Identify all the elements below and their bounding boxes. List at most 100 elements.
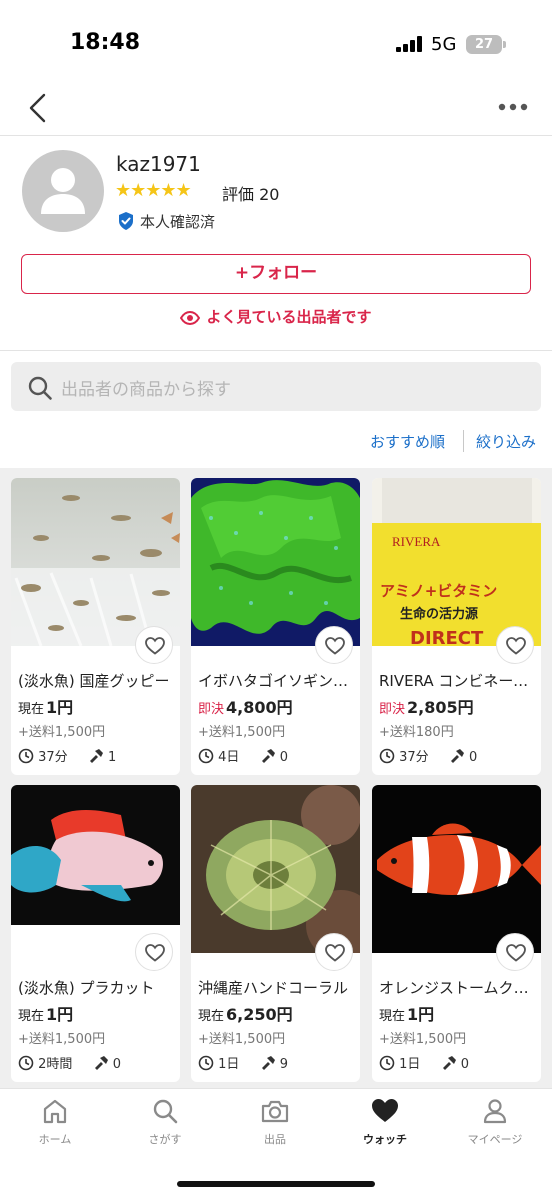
clock-icon xyxy=(18,748,34,764)
product-image: RIVERA アミノ+ビタミン 生命の活力源 DIRECT xyxy=(372,478,541,646)
shipping-fee: +送料1,500円 xyxy=(379,1032,467,1047)
bid-count: 0 xyxy=(460,1057,469,1072)
search-input[interactable]: 出品者の商品から探す xyxy=(11,362,541,411)
time-left: 2時間 xyxy=(38,1057,73,1072)
price-value: 2,805円 xyxy=(407,698,474,717)
tab-label: ウォッチ xyxy=(363,1133,407,1146)
tab-label: 出品 xyxy=(264,1133,286,1146)
filter-button[interactable]: 絞り込み xyxy=(476,431,536,452)
battery-icon: 27 xyxy=(466,35,506,54)
clock-icon xyxy=(379,748,395,764)
product-title: RIVERA コンビネーション xyxy=(379,672,535,690)
product-title: (淡水魚) プラカット xyxy=(18,979,155,997)
price-value: 6,250円 xyxy=(226,1005,293,1024)
product-card[interactable]: RIVERA アミノ+ビタミン 生命の活力源 DIRECT RIVERA コンビ… xyxy=(372,478,541,775)
time-left: 37分 xyxy=(38,750,68,765)
product-image xyxy=(11,785,180,953)
product-meta: 4日 0 xyxy=(198,746,288,765)
rating-stars: ★★★★★ xyxy=(115,180,192,201)
product-meta: 1日 0 xyxy=(379,1053,469,1072)
product-title: オレンジストームクラウン xyxy=(379,979,535,997)
clock-icon xyxy=(198,748,214,764)
home-icon xyxy=(43,1099,67,1124)
home-indicator xyxy=(177,1181,375,1187)
price-type: 即決 xyxy=(198,702,225,717)
product-image xyxy=(372,785,541,953)
product-title: イボハタゴイソギンチャク xyxy=(198,672,354,690)
product-image-line3: DIRECT xyxy=(410,628,484,646)
gavel-icon xyxy=(450,749,464,763)
follow-button[interactable]: +フォロー xyxy=(21,254,531,294)
price-type: 即決 xyxy=(379,702,406,717)
heart-outline-icon xyxy=(506,944,526,962)
divider xyxy=(0,350,552,351)
price-value: 4,800円 xyxy=(226,698,293,717)
time-left: 4日 xyxy=(218,750,240,765)
product-image-brand: RIVERA xyxy=(392,534,441,549)
gavel-icon xyxy=(261,749,275,763)
time-left: 1日 xyxy=(399,1057,421,1072)
seller-name: kaz1971 xyxy=(116,152,201,176)
tab-search[interactable]: さがす xyxy=(110,1097,220,1147)
product-image xyxy=(191,785,360,953)
watch-button[interactable] xyxy=(135,626,173,664)
product-card[interactable]: 沖縄産ハンドコーラル 現在 6,250円 +送料1,500円 1日 9 xyxy=(191,785,360,1082)
bid-count: 0 xyxy=(468,750,478,765)
product-card[interactable]: (淡水魚) 国産グッピー 現在 1円 +送料1,500円 37分 1 xyxy=(11,478,180,775)
camera-icon xyxy=(261,1100,289,1123)
time-left: 37分 xyxy=(399,750,429,765)
heart-outline-icon xyxy=(145,637,165,655)
watch-button[interactable] xyxy=(496,933,534,971)
chevron-left-icon[interactable] xyxy=(26,92,50,124)
shipping-fee: +送料180円 xyxy=(379,725,454,740)
often-viewed-notice: よく見ている出品者です xyxy=(0,306,552,327)
time-left: 1日 xyxy=(218,1057,240,1072)
watch-button[interactable] xyxy=(496,626,534,664)
watch-button[interactable] xyxy=(315,626,353,664)
gavel-icon xyxy=(94,1056,108,1070)
shipping-fee: +送料1,500円 xyxy=(198,1032,286,1047)
rating-count[interactable]: 評価 20 xyxy=(222,181,279,205)
product-price: 現在 1円 xyxy=(18,694,73,718)
heart-icon xyxy=(372,1099,398,1122)
signal-icon xyxy=(396,36,422,52)
product-card[interactable]: イボハタゴイソギンチャク 即決4,800円 +送料1,500円 4日 0 xyxy=(191,478,360,775)
gavel-icon xyxy=(442,1056,456,1070)
product-meta: 1日 9 xyxy=(198,1053,288,1072)
status-bar: 18:48 5G 27 xyxy=(0,0,552,80)
gavel-icon xyxy=(89,749,103,763)
product-card[interactable]: (淡水魚) プラカット 現在 1円 +送料1,500円 2時間 0 xyxy=(11,785,180,1082)
ellipsis-icon[interactable] xyxy=(498,102,528,112)
tab-watch[interactable]: ウォッチ xyxy=(330,1097,440,1147)
product-price: 現在 1円 xyxy=(379,1001,434,1025)
tab-home[interactable]: ホーム xyxy=(0,1097,110,1147)
bid-count: 1 xyxy=(107,750,117,765)
nav-bar xyxy=(0,80,552,136)
product-price: 即決 2,805円 xyxy=(379,694,474,718)
price-type: 現在 xyxy=(18,1009,45,1024)
price-type: 現在 xyxy=(198,1009,225,1024)
product-image xyxy=(11,478,180,646)
watch-button[interactable] xyxy=(315,933,353,971)
product-title: (淡水魚) 国産グッピー xyxy=(18,672,170,690)
product-card[interactable]: オレンジストームクラウン 現在1円 +送料1,500円 1日 0 xyxy=(372,785,541,1082)
tab-label: さがす xyxy=(148,1133,182,1146)
avatar-placeholder-icon xyxy=(41,168,85,214)
watch-button[interactable] xyxy=(135,933,173,971)
bid-count: 0 xyxy=(279,750,288,765)
product-title: 沖縄産ハンドコーラル xyxy=(198,979,349,997)
tab-label: ホーム xyxy=(38,1133,72,1146)
eye-icon xyxy=(180,310,201,326)
product-price: 現在 1円 xyxy=(18,1001,73,1025)
clock-icon xyxy=(18,1055,34,1071)
search-icon xyxy=(153,1099,178,1124)
often-viewed-label: よく見ている出品者です xyxy=(206,308,372,326)
product-image-line1: アミノ+ビタミン xyxy=(380,582,497,600)
tab-sell[interactable]: 出品 xyxy=(220,1097,330,1147)
product-image xyxy=(191,478,360,646)
price-value: 1円 xyxy=(46,698,74,717)
sort-button[interactable]: おすすめ順 xyxy=(370,431,445,452)
person-icon xyxy=(483,1099,507,1124)
tab-mypage[interactable]: マイページ xyxy=(440,1097,550,1147)
status-time: 18:48 xyxy=(70,30,141,55)
